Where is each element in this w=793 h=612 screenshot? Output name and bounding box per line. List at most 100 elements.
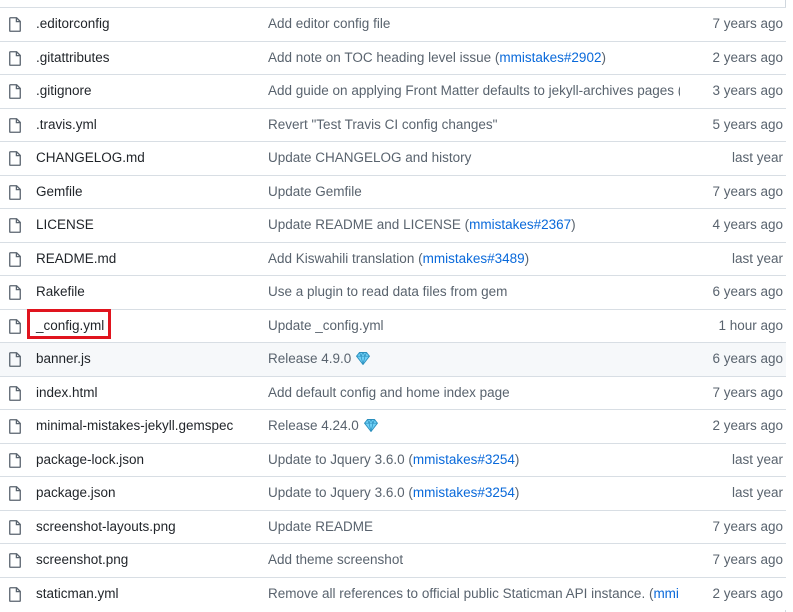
file-name-link[interactable]: .editorconfig bbox=[36, 16, 110, 31]
commit-age[interactable]: 5 years ago bbox=[712, 117, 783, 132]
commit-message[interactable]: Release 4.9.0 bbox=[268, 351, 680, 366]
file-name-link[interactable]: package.json bbox=[36, 485, 116, 500]
file-name-link[interactable]: index.html bbox=[36, 385, 98, 400]
file-name-link[interactable]: CHANGELOG.md bbox=[36, 150, 145, 165]
commit-message-text[interactable]: Add Kiswahili translation ( bbox=[268, 251, 423, 266]
file-row[interactable]: Rakefile Use a plugin to read data files … bbox=[0, 275, 786, 309]
commit-age[interactable]: 3 years ago bbox=[712, 83, 783, 98]
pull-request-link[interactable]: mmistakes#3254 bbox=[413, 485, 515, 500]
commit-age[interactable]: 7 years ago bbox=[712, 552, 783, 567]
pull-request-link[interactable]: mmistakes#3489 bbox=[423, 251, 525, 266]
file-row[interactable]: package-lock.json Update to Jquery 3.6.0 … bbox=[0, 442, 786, 476]
file-row[interactable]: minimal-mistakes-jekyll.gemspec Release 4… bbox=[0, 409, 786, 443]
commit-message[interactable]: Use a plugin to read data files from gem bbox=[268, 284, 680, 299]
commit-age[interactable]: 7 years ago bbox=[712, 385, 783, 400]
file-name-link[interactable]: banner.js bbox=[36, 351, 91, 366]
commit-message-text[interactable]: Add note on TOC heading level issue ( bbox=[268, 50, 499, 65]
commit-age[interactable]: 1 hour ago bbox=[718, 318, 783, 333]
file-name-link[interactable]: staticman.yml bbox=[36, 586, 119, 601]
commit-message-text[interactable]: Update Gemfile bbox=[268, 184, 362, 199]
commit-message-text[interactable]: Update to Jquery 3.6.0 ( bbox=[268, 485, 413, 500]
file-name-link[interactable]: LICENSE bbox=[36, 217, 94, 232]
file-name-link[interactable]: Gemfile bbox=[36, 184, 83, 199]
commit-age[interactable]: 6 years ago bbox=[712, 284, 783, 299]
pull-request-link[interactable]: mmistakes#3254 bbox=[413, 452, 515, 467]
file-row[interactable]: CHANGELOG.md Update CHANGELOG and history… bbox=[0, 141, 786, 175]
commit-message-text[interactable]: Add editor config file bbox=[268, 16, 390, 31]
commit-age[interactable]: last year bbox=[732, 150, 783, 165]
commit-message-text[interactable]: Update _config.yml bbox=[268, 318, 384, 333]
file-icon bbox=[9, 419, 21, 434]
file-name-link[interactable]: README.md bbox=[36, 251, 116, 266]
commit-message-suffix: ) bbox=[571, 217, 576, 232]
commit-message[interactable]: Update to Jquery 3.6.0 (mmistakes#3254) bbox=[268, 485, 680, 500]
file-icon bbox=[9, 519, 21, 535]
file-row[interactable]: index.html Add default config and home in… bbox=[0, 375, 786, 409]
file-row[interactable]: Gemfile Update Gemfile 7 years ago bbox=[0, 174, 786, 208]
commit-age[interactable]: 4 years ago bbox=[712, 217, 783, 232]
commit-message[interactable]: Add theme screenshot bbox=[268, 552, 680, 567]
file-row[interactable]: package.json Update to Jquery 3.6.0 (mmis… bbox=[0, 476, 786, 510]
commit-message[interactable]: Update CHANGELOG and history bbox=[268, 150, 680, 165]
file-name-link[interactable]: Rakefile bbox=[36, 284, 85, 299]
commit-message[interactable]: Revert "Test Travis CI config changes" bbox=[268, 117, 680, 132]
commit-age[interactable]: last year bbox=[732, 452, 783, 467]
commit-age[interactable]: 2 years ago bbox=[712, 418, 783, 433]
commit-message-text[interactable]: Release 4.24.0 bbox=[268, 418, 359, 433]
file-row[interactable]: screenshot.png Add theme screenshot 7 year… bbox=[0, 543, 786, 577]
commit-age[interactable]: 6 years ago bbox=[712, 351, 783, 366]
file-icon bbox=[9, 586, 21, 602]
commit-message[interactable]: Add Kiswahili translation (mmistakes#348… bbox=[268, 251, 680, 266]
commit-age[interactable]: 7 years ago bbox=[712, 184, 783, 199]
commit-message[interactable]: Update to Jquery 3.6.0 (mmistakes#3254) bbox=[268, 452, 680, 467]
commit-message[interactable]: Add note on TOC heading level issue (mmi… bbox=[268, 50, 680, 65]
pull-request-link[interactable]: mmistakes#2367 bbox=[469, 217, 571, 232]
file-row[interactable]: LICENSE Update README and LICENSE (mmista… bbox=[0, 208, 786, 242]
commit-message[interactable]: Add default config and home index page bbox=[268, 385, 680, 400]
commit-age[interactable]: last year bbox=[732, 485, 783, 500]
commit-message[interactable]: Update Gemfile bbox=[268, 184, 680, 199]
file-name-link[interactable]: screenshot.png bbox=[36, 552, 128, 567]
commit-age[interactable]: 7 years ago bbox=[712, 519, 783, 534]
commit-age[interactable]: 7 years ago bbox=[712, 16, 783, 31]
file-row[interactable]: banner.js Release 4.9.0 6 years ago bbox=[0, 342, 786, 376]
file-row[interactable]: .gitattributes Add note on TOC heading le… bbox=[0, 40, 786, 74]
file-name-link[interactable]: package-lock.json bbox=[36, 452, 144, 467]
file-name-link[interactable]: .gitignore bbox=[36, 83, 92, 98]
commit-message-text[interactable]: Add theme screenshot bbox=[268, 552, 403, 567]
commit-message-text[interactable]: Add default config and home index page bbox=[268, 385, 510, 400]
commit-message-text[interactable]: Update to Jquery 3.6.0 ( bbox=[268, 452, 413, 467]
file-row[interactable]: screenshot-layouts.png Update README 7 yea… bbox=[0, 509, 786, 543]
commit-age[interactable]: last year bbox=[732, 251, 783, 266]
commit-message[interactable]: Update README and LICENSE (mmistakes#236… bbox=[268, 217, 680, 232]
file-name-link[interactable]: .gitattributes bbox=[36, 50, 110, 65]
commit-message-text[interactable]: Update CHANGELOG and history bbox=[268, 150, 471, 165]
pull-request-link[interactable]: mmi... bbox=[653, 586, 680, 601]
commit-age[interactable]: 2 years ago bbox=[712, 50, 783, 65]
file-row[interactable]: _config.yml Update _config.yml 1 hour ago bbox=[0, 308, 786, 342]
file-row[interactable]: .editorconfig Add editor config file 7 yea… bbox=[0, 7, 786, 41]
commit-message[interactable]: Remove all references to official public… bbox=[268, 586, 680, 601]
file-row[interactable]: staticman.yml Remove all references to of… bbox=[0, 576, 786, 610]
file-name-link[interactable]: .travis.yml bbox=[36, 117, 97, 132]
commit-message-text[interactable]: Release 4.9.0 bbox=[268, 351, 351, 366]
commit-message[interactable]: Update README bbox=[268, 519, 680, 534]
commit-age[interactable]: 2 years ago bbox=[712, 586, 783, 601]
commit-message-text[interactable]: Update README and LICENSE ( bbox=[268, 217, 469, 232]
commit-message[interactable]: Add guide on applying Front Matter defau… bbox=[268, 83, 680, 98]
file-row[interactable]: .gitignore Add guide on applying Front Ma… bbox=[0, 74, 786, 108]
pull-request-link[interactable]: mmistakes#2902 bbox=[499, 50, 601, 65]
file-name-link[interactable]: minimal-mistakes-jekyll.gemspec bbox=[36, 418, 233, 433]
commit-message[interactable]: Add editor config file bbox=[268, 16, 680, 31]
gem-icon bbox=[363, 418, 378, 433]
commit-message-text[interactable]: Remove all references to official public… bbox=[268, 586, 653, 601]
commit-message[interactable]: Release 4.24.0 bbox=[268, 418, 680, 433]
commit-message-text[interactable]: Use a plugin to read data files from gem bbox=[268, 284, 507, 299]
commit-message[interactable]: Update _config.yml bbox=[268, 318, 680, 333]
file-name-link[interactable]: screenshot-layouts.png bbox=[36, 519, 176, 534]
commit-message-text[interactable]: Update README bbox=[268, 519, 373, 534]
file-row[interactable]: README.md Add Kiswahili translation (mmis… bbox=[0, 241, 786, 275]
commit-message-text[interactable]: Revert "Test Travis CI config changes" bbox=[268, 117, 497, 132]
file-row[interactable]: .travis.yml Revert "Test Travis CI config… bbox=[0, 107, 786, 141]
commit-message-text[interactable]: Add guide on applying Front Matter defau… bbox=[268, 83, 680, 98]
